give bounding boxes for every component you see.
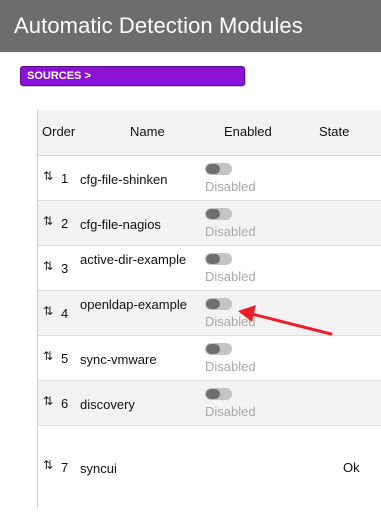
red-arrow-icon (238, 305, 333, 336)
arrow-head (238, 305, 256, 322)
arrow-shaft (250, 312, 333, 336)
